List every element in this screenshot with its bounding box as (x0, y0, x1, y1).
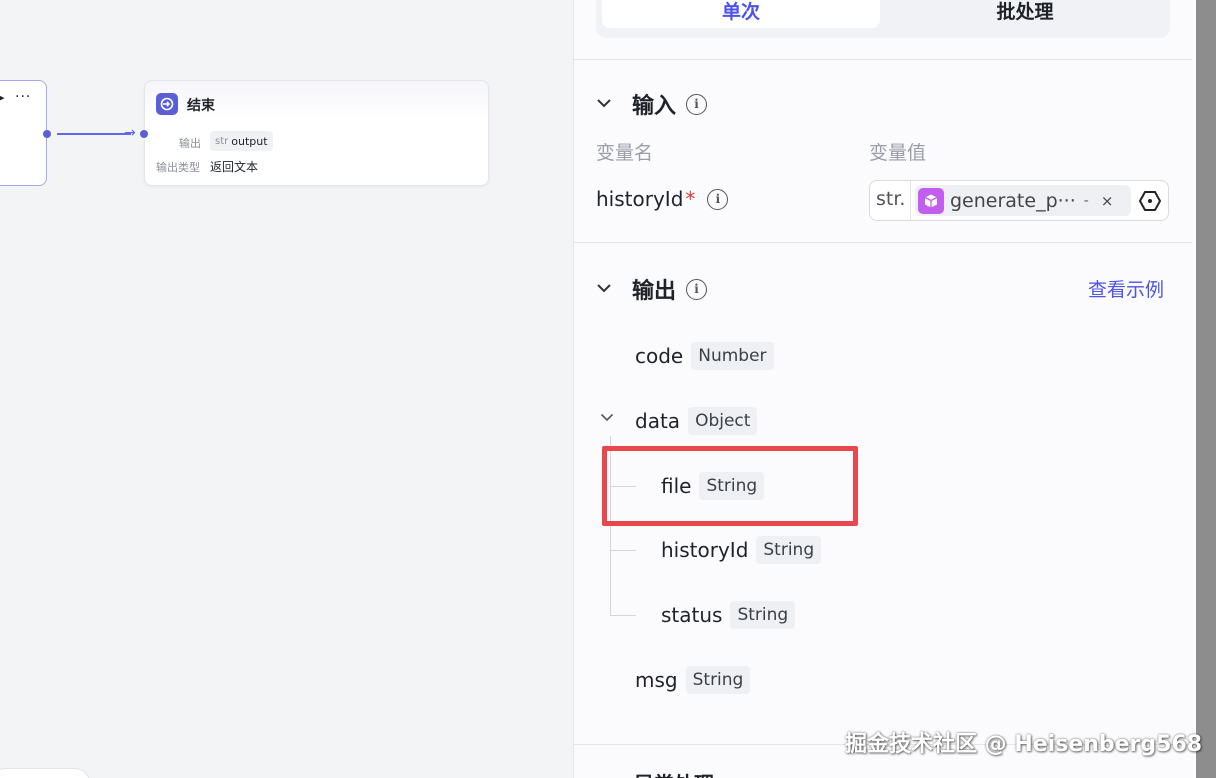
output-section-header[interactable]: 输出 i (596, 273, 708, 305)
hex-settings-icon[interactable] (1138, 189, 1162, 213)
more-icon[interactable]: ··· (15, 89, 31, 105)
reference-tag[interactable]: generate_p··· - × (915, 185, 1131, 216)
canvas-toolbar[interactable] (0, 768, 90, 778)
scrollbar[interactable] (1196, 0, 1216, 778)
field-type-tag: String (730, 601, 796, 629)
end-node[interactable]: 结束 输出 str output 输出类型 返回文本 (140, 80, 489, 186)
output-field: historyId String (661, 536, 822, 564)
divider (574, 59, 1192, 60)
output-type-value: 返回文本 (210, 160, 259, 174)
column-variable-value: 变量值 (869, 142, 927, 164)
previous-node[interactable]: ▸ ··· (0, 80, 51, 186)
window-edge (1216, 0, 1232, 778)
test-run-panel: 单次 批处理 输入 i 变量名 变量值 historyId * i str. g… (573, 0, 1196, 778)
cube-icon (918, 187, 944, 214)
tab-single[interactable]: 单次 (602, 0, 880, 28)
divider (574, 242, 1192, 243)
info-icon[interactable]: i (686, 93, 708, 115)
end-node-title: 结束 (187, 98, 215, 114)
info-icon[interactable]: i (707, 188, 729, 210)
required-mark: * (685, 187, 696, 211)
field-type-tag: String (756, 536, 822, 564)
output-section-title: 输出 (632, 279, 677, 304)
edge-arrow-icon: → (124, 125, 136, 141)
tree-line (610, 615, 636, 616)
field-name: data (635, 409, 681, 433)
exception-section-title[interactable]: 异常处理 (634, 768, 714, 778)
field-name: msg (635, 668, 678, 692)
output-name: output (231, 134, 268, 148)
input-section-title: 输入 (632, 94, 677, 119)
tree-line (610, 550, 636, 551)
arrow-right-icon: ▸ (0, 91, 5, 104)
tab-batch[interactable]: 批处理 (886, 0, 1164, 28)
watermark: 掘金技术社区 @ Heisenberg568 (845, 732, 1203, 757)
output-field: data Object (635, 407, 758, 435)
field-name: code (635, 344, 684, 368)
input-section-header[interactable]: 输入 i (596, 88, 708, 120)
output-field: code Number (635, 342, 774, 370)
output-field: msg String (635, 666, 751, 694)
variable-value-input[interactable]: str. generate_p··· - × (869, 180, 1169, 221)
close-icon[interactable]: × (1101, 192, 1114, 210)
chevron-down-icon[interactable] (600, 410, 614, 426)
output-type-label: 输出类型 (156, 161, 200, 174)
info-icon[interactable]: i (686, 278, 708, 300)
workflow-canvas[interactable]: ▸ ··· → 结束 输出 str output 输出类型 返回文本 (0, 0, 573, 778)
value-type: str. (876, 188, 906, 210)
output-field: status String (661, 601, 796, 629)
chevron-down-icon[interactable] (596, 96, 616, 112)
output-chip: str output (210, 131, 273, 151)
field-type-tag: String (685, 666, 751, 694)
chevron-down-icon[interactable] (596, 281, 616, 297)
field-type-tag: Object (688, 407, 758, 435)
field-name: status (661, 603, 723, 627)
highlight-box (602, 446, 858, 526)
end-node-icon (156, 93, 178, 115)
field-type-tag: Number (691, 342, 774, 370)
variable-name: historyId * i (596, 187, 729, 211)
output-label: 输出 (179, 137, 201, 150)
divider (910, 181, 911, 220)
view-example-link[interactable]: 查看示例 (1088, 275, 1164, 302)
run-mode-tabs: 单次 批处理 (596, 0, 1170, 38)
input-port[interactable] (140, 130, 148, 138)
field-name: historyId (661, 538, 749, 562)
column-variable-name: 变量名 (596, 142, 654, 164)
variable-name-text: historyId (596, 187, 684, 211)
reference-dash: - (1083, 192, 1089, 209)
reference-text: generate_p··· (950, 189, 1076, 212)
output-type: str (215, 135, 229, 147)
connection-edge (57, 133, 131, 135)
output-port[interactable] (43, 130, 51, 138)
